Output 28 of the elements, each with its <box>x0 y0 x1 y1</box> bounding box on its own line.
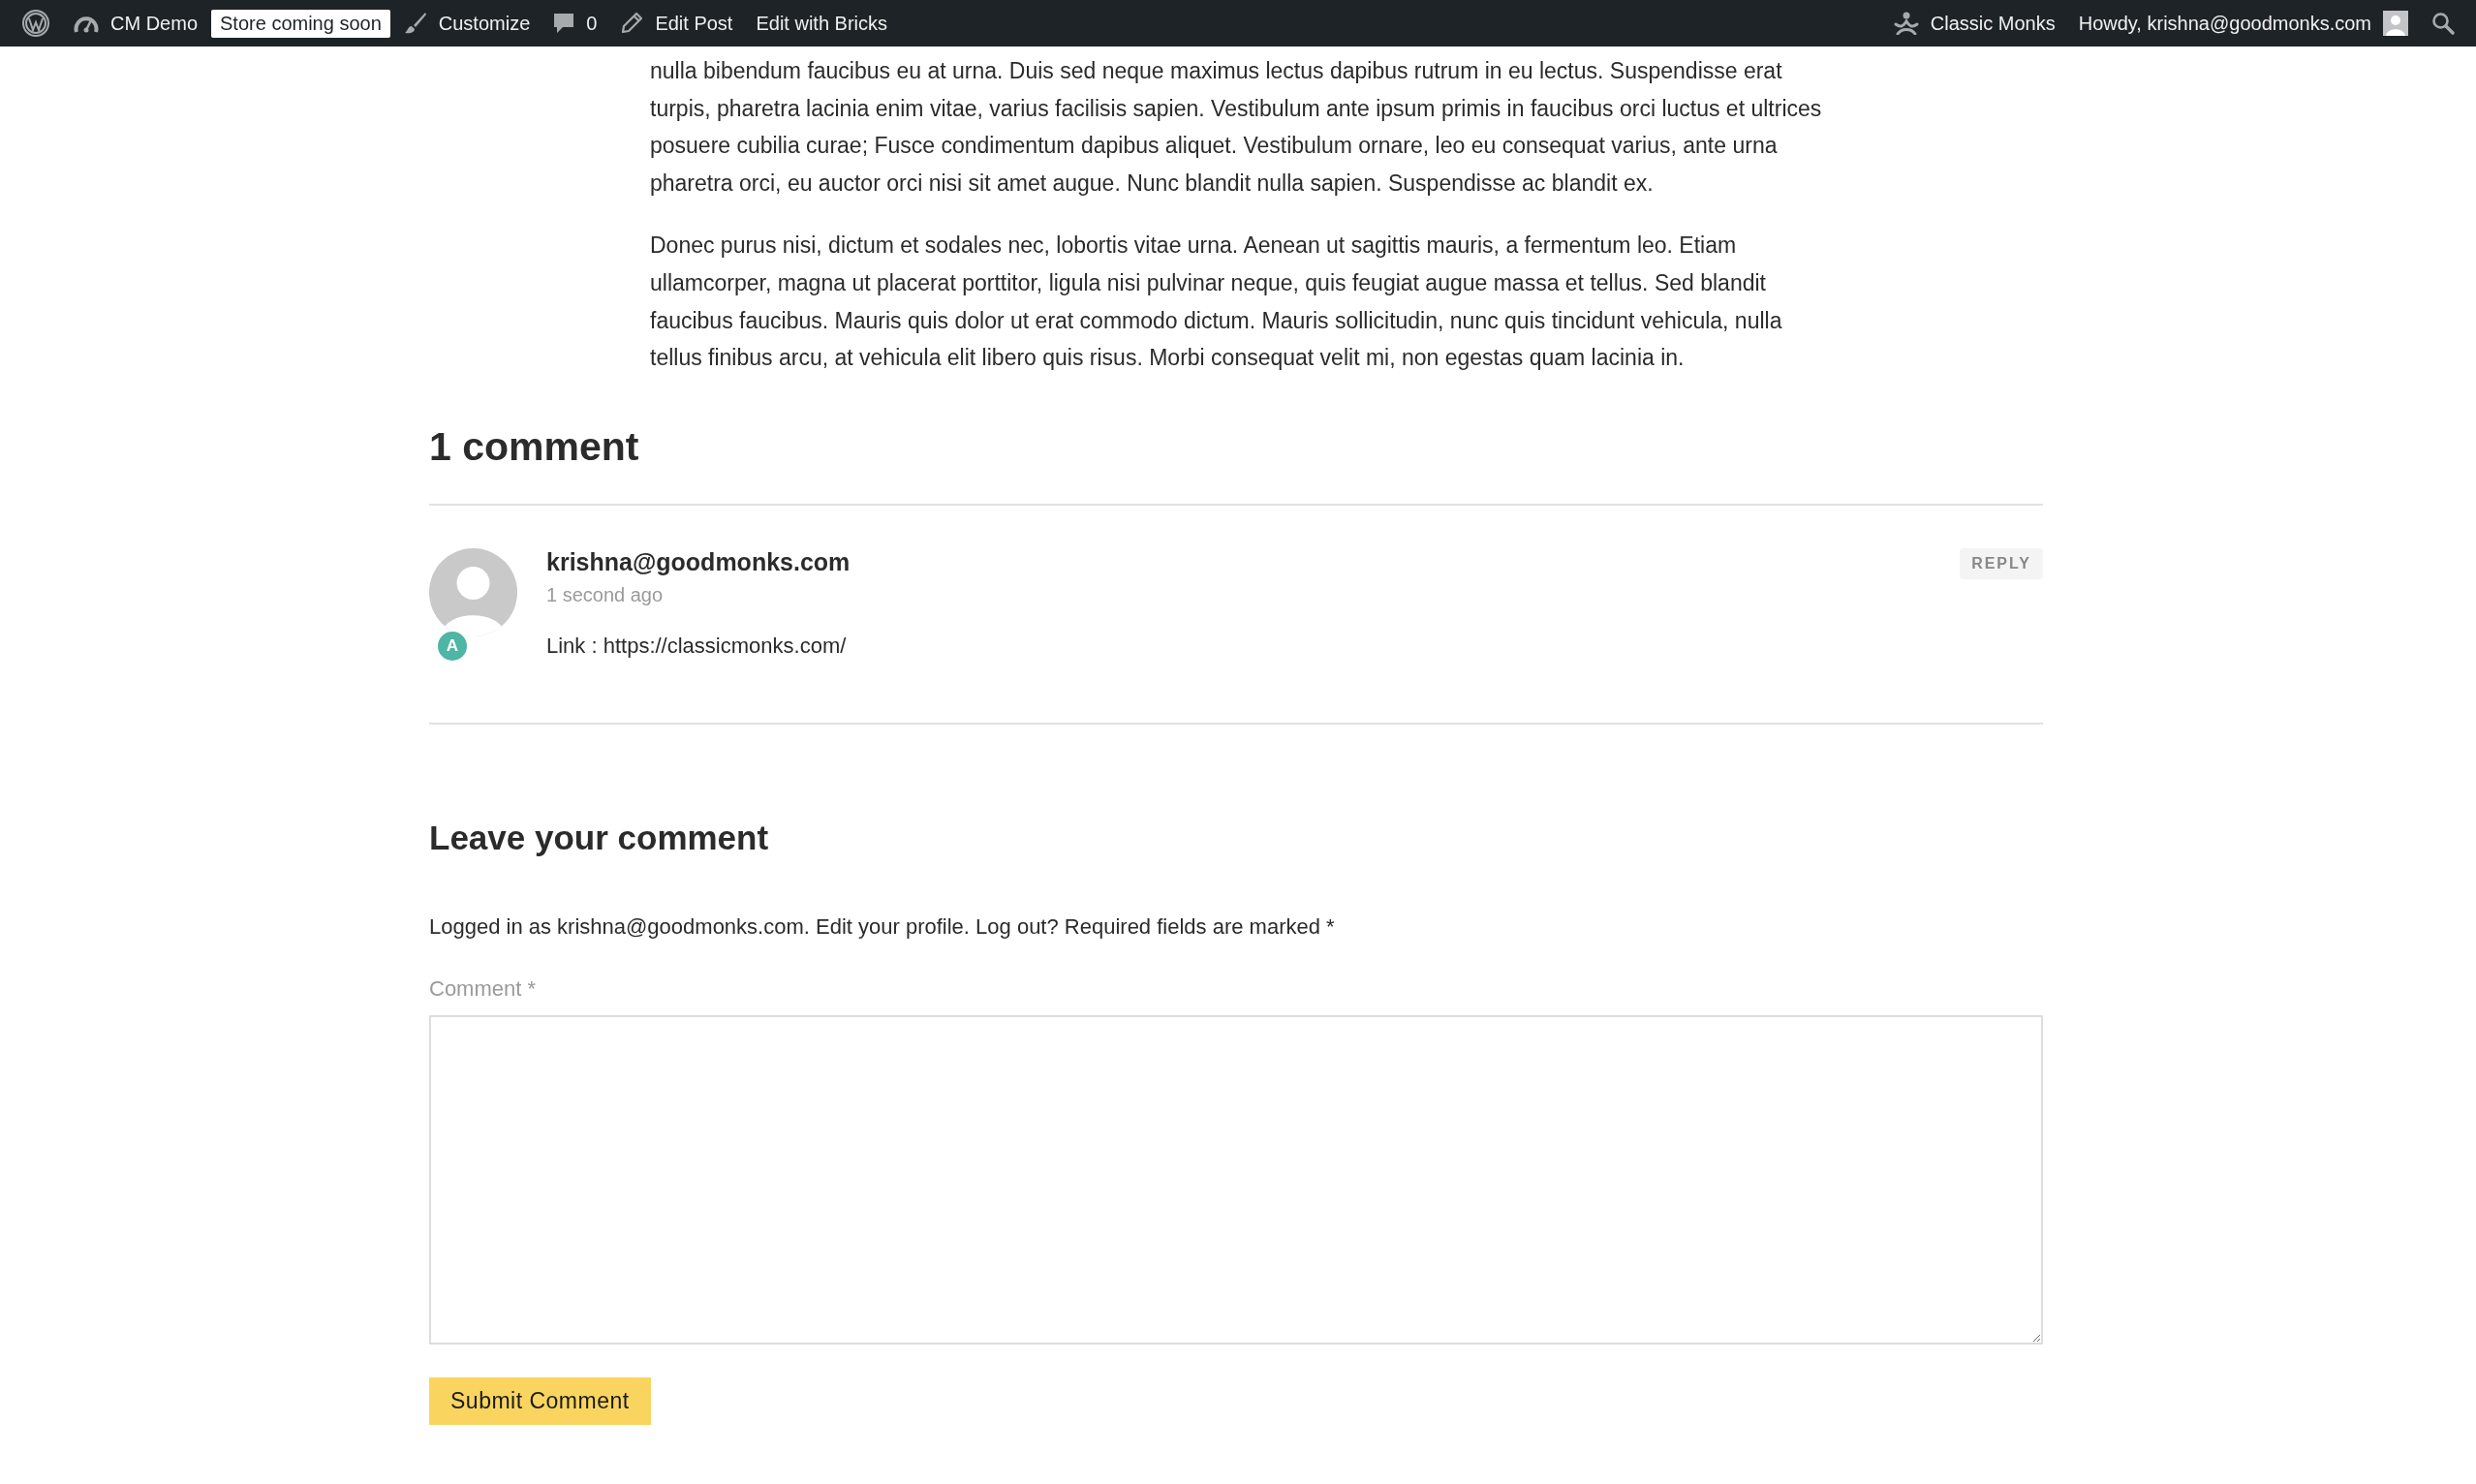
search-icon[interactable] <box>2431 12 2455 35</box>
site-link[interactable]: CM Demo <box>110 12 198 35</box>
speech-bubble-icon <box>553 12 575 35</box>
avatar-icon <box>2383 11 2408 36</box>
body-paragraph: Donec purus nisi, dictum et sodales nec, lobortis vitae urna. Aenean ut sagittis mauris, a fermentum leo. Etiam ullamcorper, magna ut placerat porttitor, ligula nisi pulvinar neque, quis feugiat augue massa et tellus. Sed blandit faucibus faucibus. Mauris quis dolor ut erat commodo dictum. Mauris sollicitudin, nunc quis tincidunt vehicula, nulla tellus finibus arcu, at vehicula elit libero quis risus. Morbi consequat velit mi, non egestas quam lacinia in. <box>650 232 1783 373</box>
account-link[interactable]: Howdy, krishna@goodmonks.com <box>2078 12 2371 35</box>
submit-button[interactable]: Submit Comment <box>429 1376 651 1425</box>
comments-count-link[interactable]: 0 <box>586 12 598 35</box>
comment-time: 1 second ago <box>546 583 665 606</box>
brand-link[interactable]: Classic Monks <box>1930 12 2056 35</box>
body-paragraph: nulla bibendum faucibus eu at urna. Duis sed neque maximus lectus dapibus rutrum in eu lectus. Suspendisse erat turpis, pharetra lacinia enim vitae, varius facilisis sapien. Vestibulum ante ipsum primis in faucibus orci luctus et ultrices posuere cubilia curae; Fusce condimentum dapibus aliquet. Vestibulum ornare, leo eu consequat varius, ante urna pharetra orci, eu auctor orci nisi sit amet augue. Nunc blandit nulla sapien. Suspendisse ac blandit ex. <box>650 57 1823 198</box>
comments-heading: 1 comment <box>429 422 640 471</box>
brush-icon <box>403 12 427 35</box>
gauge-icon <box>74 14 99 33</box>
person-icon <box>1893 12 1919 35</box>
comment-field[interactable] <box>429 1014 2043 1345</box>
role-badge: A <box>436 629 469 663</box>
edit-post-link[interactable]: Edit Post <box>655 12 733 35</box>
comment-author: krishna@goodmonks.com <box>546 547 851 576</box>
logged-in-note: Logged in as krishna@goodmonks.com. Edit your profile. Log out? Required fields are marked * <box>429 913 1336 940</box>
pencil-icon <box>620 12 644 35</box>
form-heading: Leave your comment <box>429 817 770 858</box>
edit-with-bricks-link[interactable]: Edit with Bricks <box>756 12 888 35</box>
comment-text: Link : https://classicmonks.com/ <box>546 633 848 659</box>
customize-link[interactable]: Customize <box>438 12 531 35</box>
wordpress-logo-icon[interactable] <box>21 9 50 38</box>
comment-label: Comment * <box>429 975 538 1002</box>
store-status-badge[interactable]: Store coming soon <box>211 9 390 38</box>
